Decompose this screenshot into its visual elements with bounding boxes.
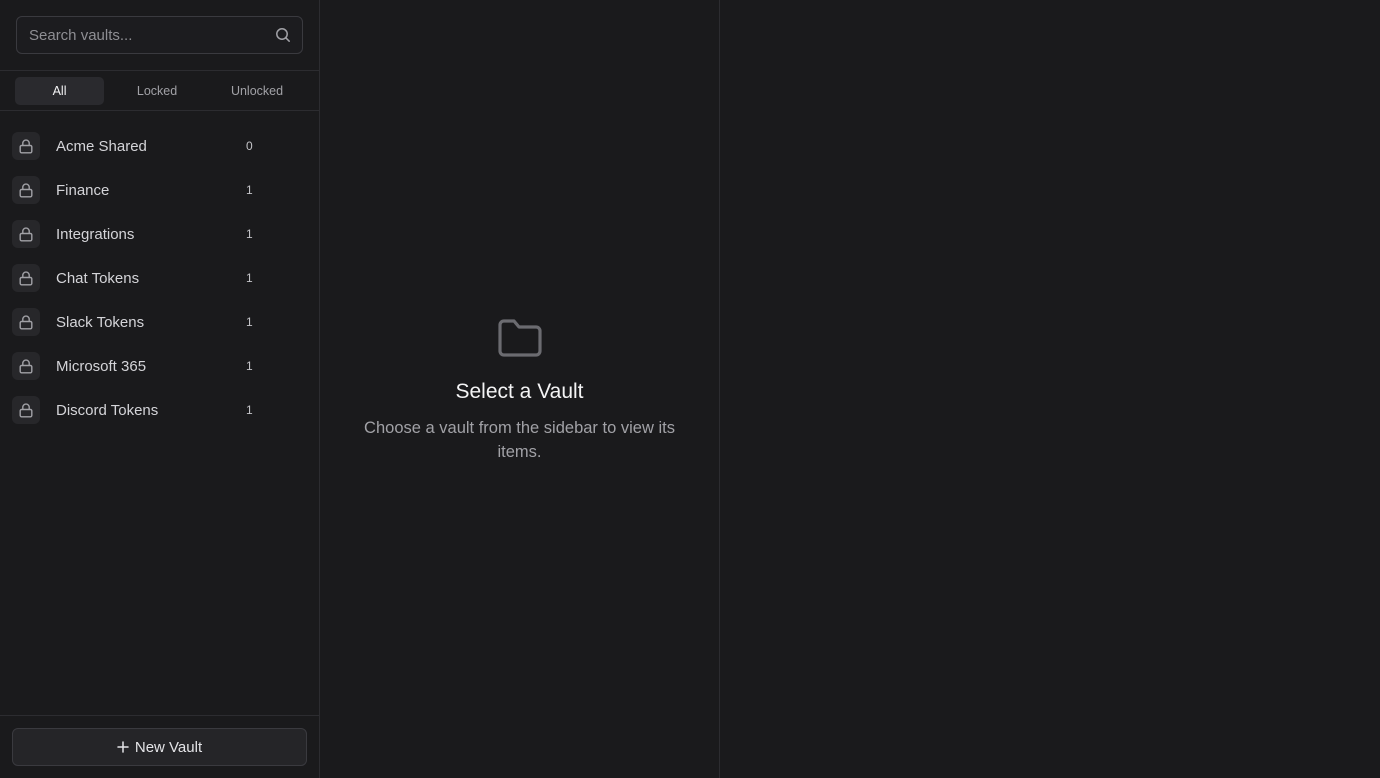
vault-name: Integrations bbox=[56, 225, 135, 243]
app-root: All Locked Unlocked Acme Shared 0 Financ… bbox=[0, 0, 1380, 778]
plus-icon bbox=[117, 741, 129, 753]
search-icon[interactable] bbox=[275, 27, 291, 43]
empty-state-description: Choose a vault from the sidebar to view … bbox=[364, 419, 675, 461]
filter-tabs: All Locked Unlocked bbox=[0, 71, 319, 111]
lock-icon bbox=[12, 176, 40, 204]
sidebar: All Locked Unlocked Acme Shared 0 Financ… bbox=[0, 0, 320, 778]
new-vault-label: New Vault bbox=[134, 738, 203, 756]
lock-icon bbox=[12, 352, 40, 380]
lock-icon bbox=[12, 308, 40, 336]
vault-item-count: 0 bbox=[246, 139, 253, 153]
search-input[interactable] bbox=[17, 17, 302, 53]
search-box bbox=[16, 16, 303, 54]
vault-item-integrations[interactable]: Integrations 1 bbox=[0, 212, 319, 256]
vault-item-count: 1 bbox=[246, 183, 253, 197]
tab-unlocked[interactable]: Unlocked bbox=[210, 77, 304, 105]
sidebar-footer: New Vault bbox=[0, 715, 319, 778]
vault-item-slack-tokens[interactable]: Slack Tokens 1 bbox=[0, 300, 319, 344]
item-detail-pane bbox=[720, 0, 1380, 778]
vault-name: Microsoft 365 bbox=[56, 357, 147, 375]
vault-item-chat-tokens[interactable]: Chat Tokens 1 bbox=[0, 256, 319, 300]
vault-item-discord-tokens[interactable]: Discord Tokens 1 bbox=[0, 388, 319, 432]
lock-icon bbox=[12, 396, 40, 424]
vault-item-count: 1 bbox=[246, 227, 253, 241]
empty-state: Select a Vault Choose a vault from the s… bbox=[320, 316, 719, 464]
folder-icon bbox=[497, 319, 542, 357]
vault-name: Discord Tokens bbox=[56, 401, 159, 419]
search-section bbox=[0, 0, 319, 71]
vault-item-acme-shared[interactable]: Acme Shared 0 bbox=[0, 124, 319, 168]
vault-item-count: 1 bbox=[246, 359, 253, 373]
new-vault-button[interactable]: New Vault bbox=[12, 728, 307, 766]
vault-name: Chat Tokens bbox=[56, 269, 140, 287]
vault-item-count: 1 bbox=[246, 315, 253, 329]
vault-name: Finance bbox=[56, 181, 110, 199]
vault-item-finance[interactable]: Finance 1 bbox=[0, 168, 319, 212]
vault-item-microsoft-365[interactable]: Microsoft 365 1 bbox=[0, 344, 319, 388]
vault-list: Acme Shared 0 Finance 1 Integrations 1 C… bbox=[0, 111, 319, 715]
vault-item-count: 1 bbox=[246, 271, 253, 285]
vault-name: Slack Tokens bbox=[56, 313, 145, 331]
vault-detail-pane: Select a Vault Choose a vault from the s… bbox=[320, 0, 720, 778]
vault-name: Acme Shared bbox=[56, 137, 147, 155]
empty-state-title: Select a Vault bbox=[455, 380, 584, 403]
tab-locked[interactable]: Locked bbox=[108, 77, 206, 105]
lock-icon bbox=[12, 132, 40, 160]
tab-all[interactable]: All bbox=[15, 76, 105, 105]
vault-item-count: 1 bbox=[246, 403, 253, 417]
lock-icon bbox=[12, 264, 40, 292]
lock-icon bbox=[12, 220, 40, 248]
